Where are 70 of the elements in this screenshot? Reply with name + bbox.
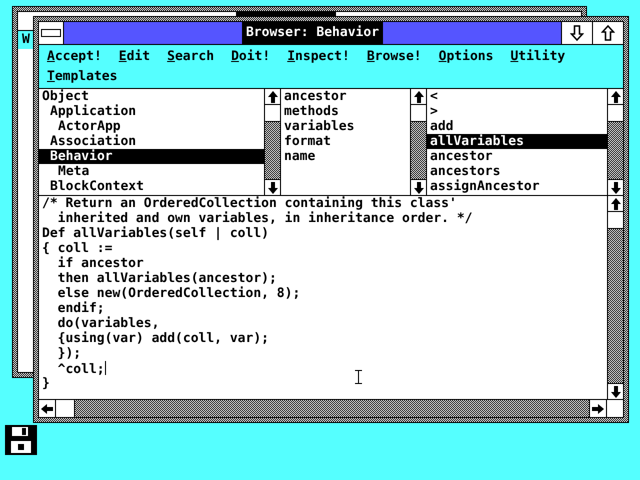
- menu-item[interactable]: Browse!: [366, 48, 422, 66]
- scroll-up-icon[interactable]: [266, 90, 278, 104]
- menu-item[interactable]: Doit!: [231, 48, 270, 66]
- method-list-item[interactable]: add: [427, 119, 607, 134]
- horizontal-scrollbar[interactable]: [39, 400, 606, 417]
- vertical-scrollbar[interactable]: [264, 89, 280, 195]
- class-list-item[interactable]: Application: [39, 104, 264, 119]
- scroll-up-icon[interactable]: [610, 196, 622, 210]
- window-title: Browser: Behavior: [242, 22, 384, 44]
- variable-list-item[interactable]: name: [281, 149, 410, 164]
- minimize-button[interactable]: [561, 22, 592, 44]
- code-line: { coll :=: [42, 241, 112, 256]
- menu-item[interactable]: Templates: [47, 68, 118, 86]
- scroll-thumb[interactable]: [55, 400, 75, 417]
- class-list-item[interactable]: ActorApp: [39, 119, 264, 134]
- class-list-item[interactable]: Object: [39, 89, 264, 104]
- scroll-down-icon[interactable]: [610, 384, 622, 398]
- vertical-scrollbar[interactable]: [410, 89, 426, 195]
- method-list-item[interactable]: assignAncestor: [427, 179, 607, 194]
- i-beam-cursor-icon: [355, 370, 362, 384]
- maximize-button[interactable]: [592, 22, 623, 44]
- method-list-item[interactable]: ancestor: [427, 149, 607, 164]
- menu-item[interactable]: Edit: [118, 48, 150, 66]
- menu-item[interactable]: Search: [167, 48, 214, 66]
- text-cursor: [104, 361, 106, 375]
- vertical-scrollbar[interactable]: [607, 89, 623, 195]
- code-line: then allVariables(ancestor);: [56, 271, 277, 286]
- class-list-item[interactable]: Behavior: [39, 149, 264, 164]
- scroll-thumb[interactable]: [608, 104, 623, 122]
- code-line: else new(OrderedCollection, 8);: [56, 286, 300, 301]
- scroll-left-icon[interactable]: [40, 402, 54, 414]
- menu-item[interactable]: Inspect!: [287, 48, 350, 66]
- up-arrow-icon: [601, 25, 615, 41]
- class-list-item[interactable]: BlockContext: [39, 179, 264, 194]
- code-line: inherited and own variables, in inheritance order. */: [56, 211, 472, 226]
- system-menu-icon[interactable]: [41, 29, 61, 37]
- variable-list-item[interactable]: variables: [281, 119, 410, 134]
- code-line: endif;: [56, 301, 105, 316]
- menu-item[interactable]: W: [22, 32, 30, 47]
- code-line: do(variables,: [56, 316, 160, 331]
- code-line: }: [42, 376, 50, 391]
- class-list-item[interactable]: Association: [39, 134, 264, 149]
- scroll-thumb[interactable]: [411, 104, 426, 122]
- method-list-item[interactable]: ancestors: [427, 164, 607, 179]
- scroll-up-icon[interactable]: [412, 90, 424, 104]
- variable-list-item[interactable]: ancestor: [281, 89, 410, 104]
- scroll-thumb[interactable]: [608, 211, 623, 229]
- vertical-scrollbar[interactable]: [607, 196, 623, 399]
- scroll-down-icon[interactable]: [266, 180, 278, 194]
- down-arrow-icon: [570, 25, 584, 41]
- code-line: ^coll;: [56, 362, 105, 377]
- scroll-right-icon[interactable]: [591, 402, 605, 414]
- code-line: {using(var) add(coll, var);: [56, 331, 269, 346]
- code-line: if ancestor: [56, 256, 144, 271]
- scroll-thumb[interactable]: [265, 104, 280, 122]
- menu-item[interactable]: Utility: [510, 48, 566, 66]
- menu-item[interactable]: Accept!: [47, 48, 102, 66]
- class-list-item[interactable]: Meta: [39, 164, 264, 179]
- scroll-up-icon[interactable]: [610, 90, 622, 104]
- variable-list-item[interactable]: methods: [281, 104, 410, 119]
- code-line: });: [56, 346, 82, 361]
- variable-list-item[interactable]: format: [281, 134, 410, 149]
- scroll-down-icon[interactable]: [610, 180, 622, 194]
- method-list-item[interactable]: allVariables: [427, 134, 607, 149]
- method-list-item[interactable]: >: [427, 104, 607, 119]
- code-line: Def allVariables(self | coll): [42, 226, 269, 241]
- menu-item[interactable]: Options: [438, 48, 494, 66]
- scroll-down-icon[interactable]: [412, 180, 424, 194]
- method-list-item[interactable]: <: [427, 89, 607, 104]
- code-line: /* Return an OrderedCollection containing this class': [42, 196, 457, 211]
